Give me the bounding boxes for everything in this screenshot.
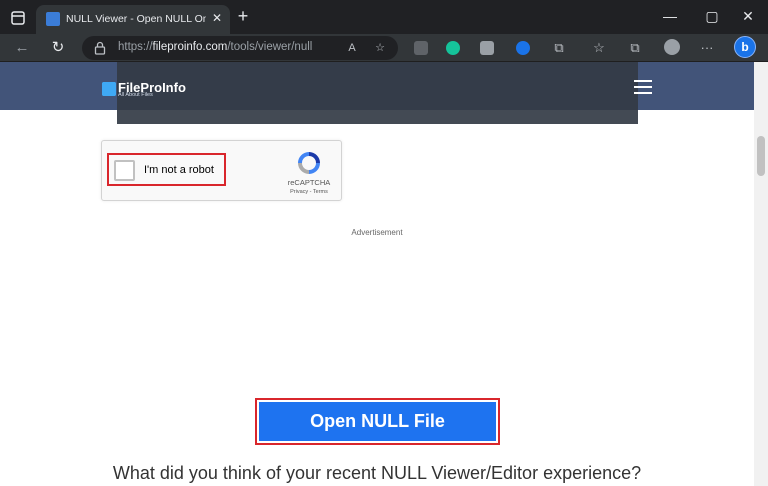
add-favorite-icon[interactable]: ☆ <box>372 40 388 56</box>
site-favicon-icon <box>46 12 60 26</box>
captcha-highlight: I'm not a robot <box>107 153 226 186</box>
logo-icon <box>102 82 116 96</box>
extension-icon[interactable] <box>414 41 428 55</box>
url-domain: fileproinfo.com <box>152 41 228 53</box>
scrollbar-thumb[interactable] <box>757 136 765 176</box>
captcha-checkbox[interactable] <box>114 160 135 181</box>
recaptcha-links[interactable]: Privacy - Terms <box>276 189 342 195</box>
tab-actions-icon[interactable] <box>8 8 28 28</box>
open-null-file-button[interactable]: Open NULL File <box>259 402 496 441</box>
lock-icon[interactable] <box>94 41 106 55</box>
url-scheme: https:// <box>118 41 153 53</box>
page-scrollbar[interactable] <box>754 62 768 486</box>
hamburger-menu-icon[interactable] <box>634 80 652 94</box>
more-menu-icon[interactable]: ··· <box>698 39 716 57</box>
tab-close-icon[interactable]: ✕ <box>210 11 224 25</box>
maximize-button[interactable]: ▢ <box>698 6 726 26</box>
new-tab-button[interactable]: + <box>234 7 252 25</box>
refresh-button[interactable]: ↻ <box>48 38 68 58</box>
read-aloud-icon[interactable]: A <box>344 40 360 56</box>
collections-icon[interactable]: ⧉ <box>626 39 644 57</box>
logo-tagline: All About Files <box>118 92 153 98</box>
tab-strip: NULL Viewer - Open NULL Onlin ✕ + — ▢ ✕ <box>0 0 768 34</box>
tab-null-viewer[interactable]: NULL Viewer - Open NULL Onlin ✕ <box>36 5 230 34</box>
tab-title: NULL Viewer - Open NULL Onlin <box>66 13 206 25</box>
open-button-highlight: Open NULL File <box>255 398 500 445</box>
address-bar[interactable]: https://fileproinfo.com/tools/viewer/nul… <box>82 36 398 60</box>
grammarly-icon[interactable] <box>446 41 460 55</box>
close-window-button[interactable]: ✕ <box>734 6 762 26</box>
extension-icon[interactable] <box>516 41 530 55</box>
feedback-question: What did you think of your recent NULL V… <box>112 463 642 483</box>
url-path: /tools/viewer/null <box>227 41 313 53</box>
extension-icon[interactable] <box>480 41 494 55</box>
recaptcha-widget: I'm not a robot reCAPTCHA Privacy - Term… <box>101 140 342 201</box>
profile-avatar[interactable] <box>664 39 680 55</box>
back-button[interactable]: ← <box>12 38 32 58</box>
browser-toolbar: ← ↻ https://fileproinfo.com/tools/viewer… <box>0 34 768 62</box>
advertisement-label: Advertisement <box>351 228 403 237</box>
recaptcha-logo-icon <box>298 152 320 174</box>
bing-chat-button[interactable]: b <box>734 36 756 58</box>
recaptcha-brand: reCAPTCHA <box>287 178 331 187</box>
browser-window: NULL Viewer - Open NULL Onlin ✕ + — ▢ ✕ … <box>0 0 768 486</box>
page-viewport: FileProInfo All About Files FileProInfo … <box>0 62 768 486</box>
url-text[interactable]: https://fileproinfo.com/tools/viewer/nul… <box>118 41 312 53</box>
minimize-button[interactable]: — <box>656 6 684 26</box>
ad-overlay <box>117 62 638 124</box>
favorites-icon[interactable]: ☆ <box>590 39 608 57</box>
captcha-label: I'm not a robot <box>144 164 214 176</box>
extensions-icon[interactable]: ⧉ <box>550 39 568 57</box>
